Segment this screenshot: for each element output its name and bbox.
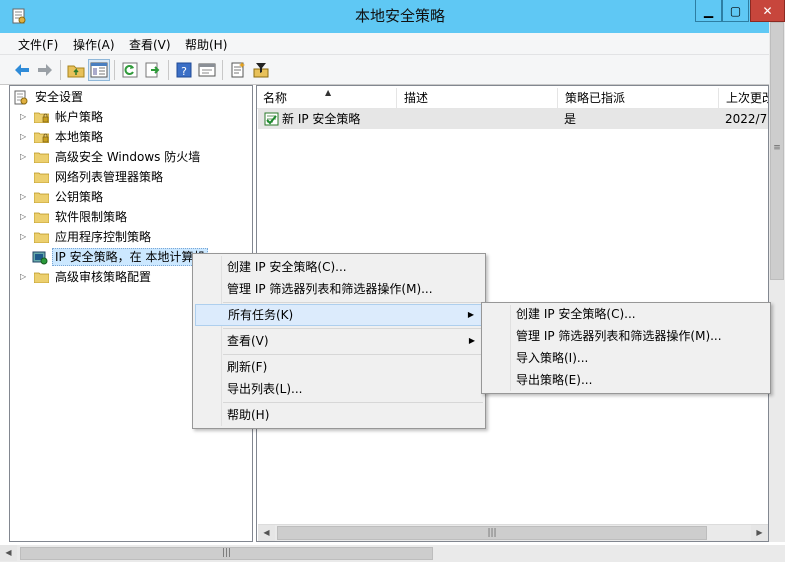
security-settings-icon: [14, 90, 28, 105]
expand-arrow-icon[interactable]: ▷: [20, 208, 29, 226]
all-tasks-submenu: 创建 IP 安全策略(C)... 管理 IP 筛选器列表和筛选器操作(M)...…: [481, 302, 771, 394]
column-header-assigned[interactable]: 策略已指派: [559, 88, 719, 109]
menu-separator: [223, 354, 483, 355]
minimize-icon: ▁: [703, 3, 714, 18]
scroll-left-icon[interactable]: ◀: [258, 525, 275, 541]
menu-item-all-tasks[interactable]: 所有任务(K) ▶: [195, 304, 483, 326]
menu-item-refresh[interactable]: 刷新(F): [195, 356, 483, 378]
toolbar-separator: [60, 60, 61, 80]
toolbar-separator: [222, 60, 223, 80]
menu-action[interactable]: 操作(A): [73, 36, 115, 53]
scrollbar-thumb[interactable]: |||: [20, 547, 433, 560]
submenu-item-import-policy[interactable]: 导入策略(I)...: [484, 347, 768, 369]
scroll-left-icon[interactable]: ◀: [0, 545, 17, 561]
submenu-item-create-policy[interactable]: 创建 IP 安全策略(C)...: [484, 303, 768, 325]
column-header-description[interactable]: 描述: [398, 88, 558, 109]
properties-icon[interactable]: [196, 59, 218, 81]
help-icon[interactable]: ?: [173, 59, 195, 81]
refresh-icon[interactable]: [119, 59, 141, 81]
table-row[interactable]: 新 IP 安全策略 是 2022/7/: [258, 109, 768, 129]
menu-item-label: 所有任务(K): [228, 308, 294, 322]
ipsec-icon: [32, 251, 48, 265]
menu-view[interactable]: 查看(V): [129, 36, 171, 53]
window-horizontal-scrollbar[interactable]: ◀ |||: [0, 545, 785, 562]
row-name: 新 IP 安全策略: [282, 112, 361, 126]
submenu-item-manage-filters[interactable]: 管理 IP 筛选器列表和筛选器操作(M)...: [484, 325, 768, 347]
window-vertical-scrollbar[interactable]: ≡: [769, 22, 785, 542]
menu-item-view[interactable]: 查看(V) ▶: [195, 330, 483, 352]
folder-icon: [34, 152, 49, 163]
folder-icon: [34, 172, 49, 183]
folder-icon: [34, 272, 49, 283]
up-folder-icon[interactable]: [65, 59, 87, 81]
expand-arrow-icon[interactable]: ▷: [20, 228, 29, 246]
title-bar: 本地安全策略 ▁ ▢ ✕: [0, 0, 785, 33]
new-policy-icon[interactable]: [227, 59, 249, 81]
ip-policy-icon: [264, 112, 279, 126]
scroll-right-icon[interactable]: ▶: [751, 525, 768, 541]
menu-bar: 文件(F) 操作(A) 查看(V) 帮助(H): [0, 33, 785, 55]
submenu-arrow-icon: ▶: [467, 310, 474, 319]
back-icon[interactable]: [11, 59, 33, 81]
svg-text:?: ?: [181, 65, 187, 78]
menu-help[interactable]: 帮助(H): [185, 36, 227, 53]
filter-icon[interactable]: [250, 59, 272, 81]
maximize-button[interactable]: ▢: [722, 0, 749, 22]
expand-arrow-icon[interactable]: ▷: [20, 188, 29, 206]
submenu-item-export-policy[interactable]: 导出策略(E)...: [484, 369, 768, 391]
show-hide-tree-icon[interactable]: [88, 59, 110, 81]
forward-icon[interactable]: [34, 59, 56, 81]
menu-separator: [223, 402, 483, 403]
submenu-arrow-icon: ▶: [468, 336, 475, 345]
menu-item-export-list[interactable]: 导出列表(L)...: [195, 378, 483, 400]
menu-file[interactable]: 文件(F): [18, 36, 58, 53]
folder-icon: [34, 212, 49, 223]
toolbar: ?: [0, 55, 785, 85]
toolbar-separator: [114, 60, 115, 80]
minimize-button[interactable]: ▁: [695, 0, 722, 22]
menu-separator: [223, 328, 483, 329]
folder-icon: [34, 192, 49, 203]
list-horizontal-scrollbar[interactable]: ◀ ||| ▶: [258, 524, 768, 541]
expand-arrow-icon[interactable]: ▷: [20, 268, 29, 286]
scrollbar-thumb[interactable]: ≡: [770, 22, 784, 280]
sort-ascending-icon: ▲: [325, 88, 332, 97]
expand-arrow-icon[interactable]: ▷: [20, 148, 29, 166]
row-modified: 2022/7/: [725, 112, 767, 126]
window-title: 本地安全策略: [354, 7, 445, 25]
locked-folder-icon: [34, 132, 49, 143]
context-menu: 创建 IP 安全策略(C)... 管理 IP 筛选器列表和筛选器操作(M)...…: [192, 253, 486, 429]
close-button[interactable]: ✕: [750, 0, 785, 22]
row-assigned: 是: [564, 112, 577, 126]
folder-icon: [34, 232, 49, 243]
maximize-icon: ▢: [729, 3, 742, 18]
locked-folder-icon: [34, 112, 49, 123]
scrollbar-thumb[interactable]: |||: [277, 526, 707, 540]
close-icon: ✕: [762, 3, 773, 18]
toolbar-separator: [168, 60, 169, 80]
menu-item-help[interactable]: 帮助(H): [195, 404, 483, 426]
column-header-modified[interactable]: 上次更改: [720, 88, 768, 109]
menu-item-create-policy[interactable]: 创建 IP 安全策略(C)...: [195, 256, 483, 278]
export-icon[interactable]: [142, 59, 164, 81]
menu-item-label: 查看(V): [227, 334, 269, 348]
menu-item-manage-filters[interactable]: 管理 IP 筛选器列表和筛选器操作(M)...: [195, 278, 483, 300]
expand-arrow-icon[interactable]: ▷: [20, 108, 29, 126]
menu-separator: [223, 302, 483, 303]
expand-arrow-icon[interactable]: ▷: [20, 128, 29, 146]
